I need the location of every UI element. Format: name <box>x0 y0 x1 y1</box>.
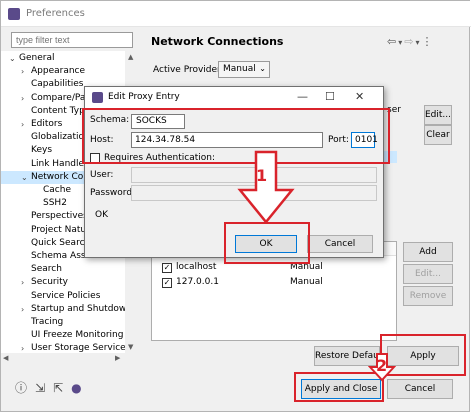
add-host-button[interactable]: Add Host... <box>403 242 453 275</box>
dialog-title: Edit Proxy Entry <box>108 92 180 102</box>
scroll-right-icon[interactable]: ▶ <box>115 354 120 362</box>
tree-item[interactable]: Tracing <box>31 316 63 329</box>
chevron-down-icon[interactable]: ⌄ <box>9 54 16 63</box>
password-label: Password: <box>90 188 136 198</box>
bypass-host: localhost <box>176 262 217 272</box>
chevron-down-icon[interactable]: ⌄ <box>21 173 28 182</box>
tree-item[interactable]: Schema Ass <box>31 250 86 263</box>
scroll-left-icon[interactable]: ◀ <box>3 354 8 362</box>
chevron-right-icon[interactable]: › <box>21 67 24 76</box>
dialog-status-message: OK <box>95 210 108 220</box>
tree-item[interactable]: Startup and Shutdow <box>31 303 126 316</box>
scroll-down-icon[interactable]: ▼ <box>128 343 133 351</box>
maximize-icon[interactable]: ☐ <box>325 90 335 103</box>
window-title: Preferences <box>26 8 85 19</box>
bypass-host: 127.0.0.1 <box>176 277 219 287</box>
bypass-row-checkbox[interactable]: ✓ <box>162 278 172 288</box>
tree-item[interactable]: Appearance <box>31 65 85 78</box>
forward-arrow-icon[interactable]: ⇨ <box>404 35 415 48</box>
bypass-edit-button[interactable]: Edit... <box>403 264 453 284</box>
chevron-right-icon[interactable]: › <box>21 94 24 103</box>
export-icon[interactable]: ⇱ <box>53 381 63 395</box>
tree-item[interactable]: Security <box>31 276 68 289</box>
bottom-icon-bar: ⓘ ⇲ ⇱ ● <box>15 379 90 396</box>
active-provider-label: Active Provider: <box>153 65 224 75</box>
window-titlebar: Preferences <box>1 1 471 27</box>
chevron-right-icon[interactable]: › <box>21 120 24 129</box>
annotation-step-1: 1 <box>256 166 268 185</box>
tree-item[interactable]: General <box>19 52 54 65</box>
help-icon[interactable]: ⓘ <box>15 379 27 396</box>
back-arrow-icon[interactable]: ⇦ <box>387 35 398 48</box>
tree-item[interactable]: Cache <box>43 184 71 197</box>
tree-item[interactable]: Globalizatio <box>31 131 84 144</box>
page-title: Network Connections <box>151 35 284 48</box>
chevron-down-icon: ⌄ <box>259 64 266 73</box>
tree-item[interactable]: Perspectives <box>31 210 88 223</box>
highlight-ok-button <box>224 222 310 264</box>
cancel-button[interactable]: Cancel <box>387 379 453 399</box>
active-provider-value: Manual <box>223 64 256 74</box>
tree-item[interactable]: Compare/Pa <box>31 92 85 105</box>
bypass-provider: Manual <box>290 277 323 287</box>
close-icon[interactable]: ✕ <box>355 90 364 103</box>
user-label: User: <box>90 170 114 180</box>
tree-horizontal-scrollbar[interactable]: ◀ ▶ <box>1 353 137 363</box>
proxy-clear-button[interactable]: Clear <box>424 125 452 145</box>
tree-item[interactable]: UI Freeze Monitoring <box>31 329 123 342</box>
annotation-step-2: 2 <box>376 356 388 375</box>
tree-item[interactable]: Service Policies <box>31 290 100 303</box>
minimize-icon[interactable]: — <box>297 90 308 103</box>
tree-item[interactable]: Quick Searc <box>31 237 85 250</box>
annotation-arrow-down-1 <box>237 150 295 224</box>
tree-item[interactable]: Search <box>31 263 62 276</box>
bypass-remove-button[interactable]: Remove <box>403 286 453 306</box>
bypass-row-checkbox[interactable]: ✓ <box>162 263 172 273</box>
dialog-titlebar: Edit Proxy Entry — ☐ ✕ <box>85 87 383 109</box>
page-nav-icons: ⇦▾⇨▾⋮ <box>387 35 434 48</box>
proxy-edit-button[interactable]: Edit... <box>424 105 452 125</box>
tree-item[interactable]: Editors <box>31 118 62 131</box>
tree-item[interactable]: Network Co <box>31 171 83 184</box>
tree-item[interactable]: SSH2 <box>43 197 67 210</box>
filter-input[interactable] <box>11 32 133 48</box>
tree-item[interactable]: Content Typ <box>31 105 85 118</box>
tree-item[interactable]: Keys <box>31 144 52 157</box>
dialog-cancel-button[interactable]: Cancel <box>307 235 373 253</box>
chevron-right-icon[interactable]: › <box>21 305 24 314</box>
view-menu-icon[interactable]: ⋮ <box>421 35 434 48</box>
tree-item[interactable]: Capabilities <box>31 78 84 91</box>
chevron-right-icon[interactable]: › <box>21 278 24 287</box>
active-provider-select[interactable]: Manual ⌄ <box>218 61 270 78</box>
tree-item[interactable]: Project Natu <box>31 224 86 237</box>
eclipse-app-icon <box>92 92 103 103</box>
scroll-up-icon[interactable]: ▲ <box>128 53 133 61</box>
eclipse-app-icon <box>8 8 20 20</box>
import-icon[interactable]: ⇲ <box>35 381 45 395</box>
oomph-icon[interactable]: ● <box>71 381 81 395</box>
tree-item[interactable]: Link Handle <box>31 158 84 171</box>
